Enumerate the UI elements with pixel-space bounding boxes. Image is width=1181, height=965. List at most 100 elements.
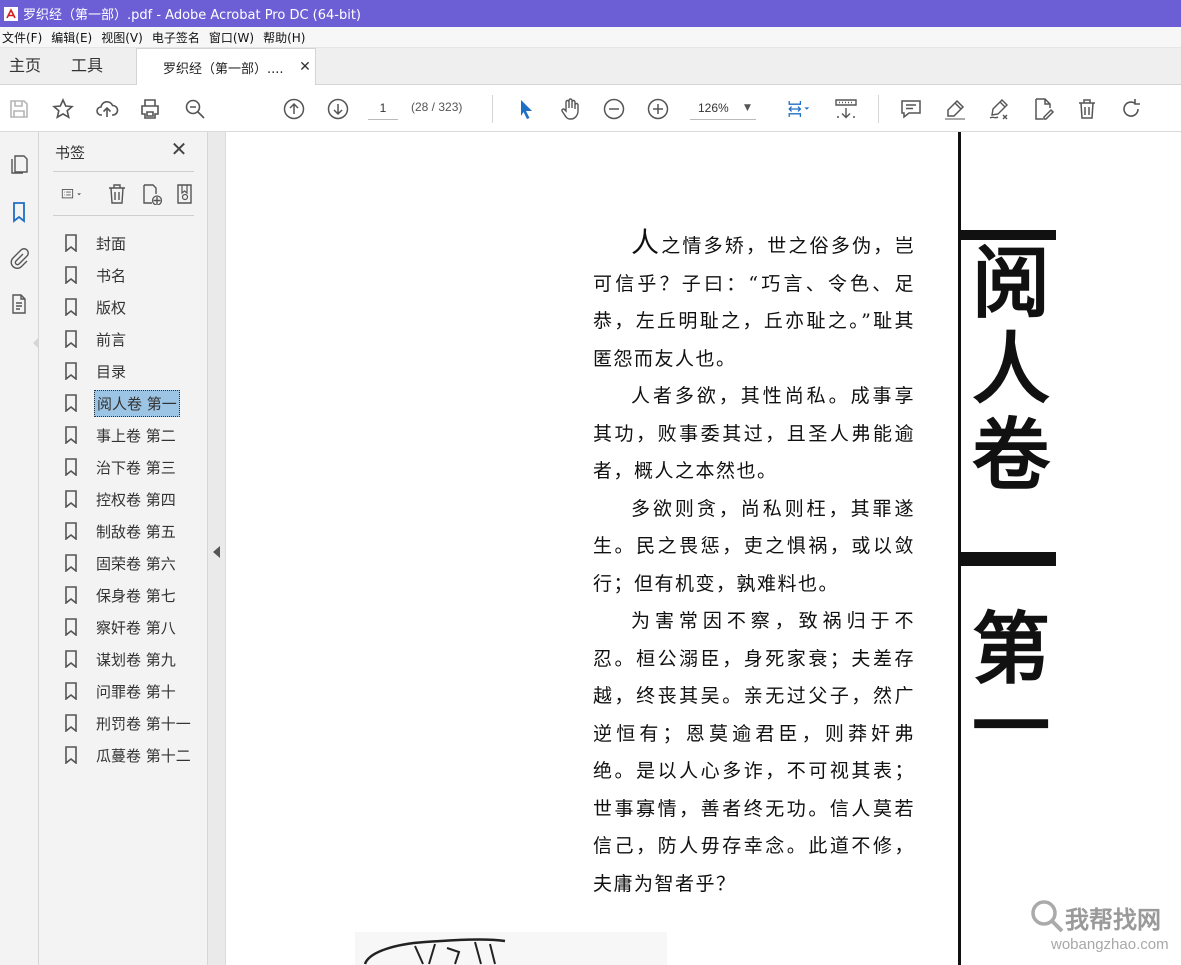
attachments-button[interactable] (5, 244, 33, 272)
bookmark-item[interactable]: 固荣卷 第六 (63, 547, 208, 579)
bookmark-label: 刑罚卷 第十一 (96, 714, 191, 733)
bookmark-icon (65, 618, 77, 636)
find-bookmark-button[interactable] (172, 181, 198, 207)
bookmark-icon (65, 458, 77, 476)
bookmark-label: 固荣卷 第六 (96, 554, 176, 573)
rotate-button[interactable] (1117, 95, 1145, 123)
comment-button[interactable] (897, 95, 925, 123)
menu-help[interactable]: 帮助(H) (261, 29, 312, 46)
bookmark-label: 事上卷 第二 (96, 426, 176, 445)
panel-divider (53, 215, 194, 216)
bookmark-item[interactable]: 谋划卷 第九 (63, 643, 208, 675)
zoom-select[interactable]: 126% ▼ (690, 96, 756, 120)
bookmark-search-icon (177, 184, 192, 204)
bookmark-icon (13, 202, 25, 223)
bookmark-list: 封面书名版权前言目录 阅人卷 第一事上卷 第二治下卷 第三 控权卷 第四 制敌卷 第五… (63, 227, 208, 771)
delete-button[interactable] (1073, 95, 1101, 123)
bookmark-item[interactable]: 前言 (63, 323, 208, 355)
close-panel-icon[interactable]: ✕ (169, 139, 189, 160)
bookmark-label: 谋划卷 第九 (96, 650, 176, 669)
bookmark-label: 保身卷 第七 (96, 586, 176, 605)
bookmark-icon (65, 650, 77, 668)
close-tab-icon[interactable]: ✕ (295, 59, 315, 75)
plus-circle-icon (647, 98, 669, 120)
edit-text-button[interactable] (1029, 95, 1057, 123)
bookmark-item[interactable]: 瓜蔓卷 第十二 (63, 739, 208, 771)
new-bookmark-button[interactable] (138, 181, 164, 207)
search-icon (185, 99, 205, 119)
bookmark-item[interactable]: 目录 (63, 355, 208, 387)
rotate-icon (1123, 99, 1140, 117)
highlight-button[interactable] (941, 95, 969, 123)
zoom-out-button[interactable] (600, 95, 628, 123)
bookmark-icon (65, 298, 77, 316)
bookmark-item[interactable]: 问罪卷 第十 (63, 675, 208, 707)
save-icon (10, 100, 28, 118)
trash-icon (1079, 99, 1095, 119)
toolbar-divider (492, 95, 493, 123)
delete-bookmark-button[interactable] (104, 181, 130, 207)
bookmarks-panel: 书签 ✕ 封面 书名 版权 前言 目录 阅人卷 第一 事上卷 第二 治下卷 第三 控权卷 第四制… (39, 132, 208, 965)
hand-tool-button[interactable] (556, 95, 584, 123)
zoom-value: 126% (698, 100, 729, 115)
menu-file[interactable]: 文件(F) (0, 29, 49, 46)
bookmark-item[interactable]: 控权卷 第四 (63, 483, 208, 515)
bookmark-icon (65, 362, 77, 380)
scroll-mode-button[interactable] (832, 95, 860, 123)
bracket-bottom (958, 552, 1056, 566)
draw-button[interactable] (985, 95, 1013, 123)
bookmark-item[interactable]: 阅人卷 第一 (63, 387, 208, 419)
document-viewport[interactable]: 人之情多矫，世之俗多伪，岂可信乎？子曰：“巧言、令色、足恭，左丘明耻之，丘亦耻之… (227, 132, 1181, 965)
chapter-char: 卷 (971, 410, 1050, 501)
panel-collapse-strip[interactable] (208, 132, 226, 965)
bookmark-item[interactable]: 刑罚卷 第十一 (63, 707, 208, 739)
menu-window[interactable]: 窗口(W) (207, 29, 261, 46)
magnifier-icon (1031, 900, 1064, 933)
menu-e-sign[interactable]: 电子签名 (150, 29, 207, 46)
document-properties-button[interactable] (5, 290, 33, 318)
chapter-char: 阅 (971, 238, 1050, 329)
bookmark-label: 书名 (96, 266, 127, 285)
bookmark-label: 问罪卷 第十 (96, 682, 176, 701)
bookmark-star-button[interactable] (49, 95, 77, 123)
upload-button[interactable] (93, 95, 121, 123)
save-button[interactable] (5, 95, 33, 123)
bookmark-options-button[interactable] (53, 181, 91, 207)
arrow-down-circle-icon (327, 98, 349, 120)
page-fit-button[interactable] (781, 95, 815, 123)
bookmark-icon (65, 234, 77, 252)
tab-document[interactable]: 罗织经（第一部）.... ✕ (136, 48, 317, 85)
print-button[interactable] (136, 95, 164, 123)
bookmark-item[interactable]: 制敌卷 第五 (63, 515, 208, 547)
menu-view[interactable]: 视图(V) (99, 29, 150, 46)
collapse-arrow-icon[interactable] (213, 546, 220, 558)
tab-tools[interactable]: 工具 (62, 48, 112, 84)
cloud-upload-icon (96, 101, 119, 117)
previous-page-button[interactable] (280, 95, 308, 123)
bookmark-item[interactable]: 察奸卷 第八 (63, 611, 208, 643)
bookmark-item[interactable]: 保身卷 第七 (63, 579, 208, 611)
page-frame-line (958, 132, 961, 965)
trash-icon (109, 184, 125, 204)
select-tool-button[interactable] (512, 95, 540, 123)
bookmark-item[interactable]: 版权 (63, 291, 208, 323)
bookmarks-button[interactable] (5, 198, 33, 226)
page-thumbnails-button[interactable] (5, 150, 33, 178)
bookmark-icon (65, 266, 77, 284)
bookmark-item[interactable]: 事上卷 第二 (63, 419, 208, 451)
bookmark-label: 前言 (96, 330, 127, 349)
edit-document-icon (1035, 98, 1055, 120)
acrobat-app-icon (4, 6, 18, 21)
cursor-arrow-icon (521, 100, 532, 119)
bookmark-item[interactable]: 治下卷 第三 (63, 451, 208, 483)
next-page-button[interactable] (324, 95, 352, 123)
menu-edit[interactable]: 编辑(E) (49, 29, 99, 46)
page-number-input[interactable] (368, 96, 398, 120)
tab-home[interactable]: 主页 (0, 48, 50, 84)
highlighter-icon (945, 99, 965, 120)
bookmark-label: 阅人卷 第一 (94, 389, 180, 417)
search-button[interactable] (181, 95, 209, 123)
zoom-in-button[interactable] (644, 95, 672, 123)
bookmark-item[interactable]: 封面 (63, 227, 208, 259)
bookmark-item[interactable]: 书名 (63, 259, 208, 291)
